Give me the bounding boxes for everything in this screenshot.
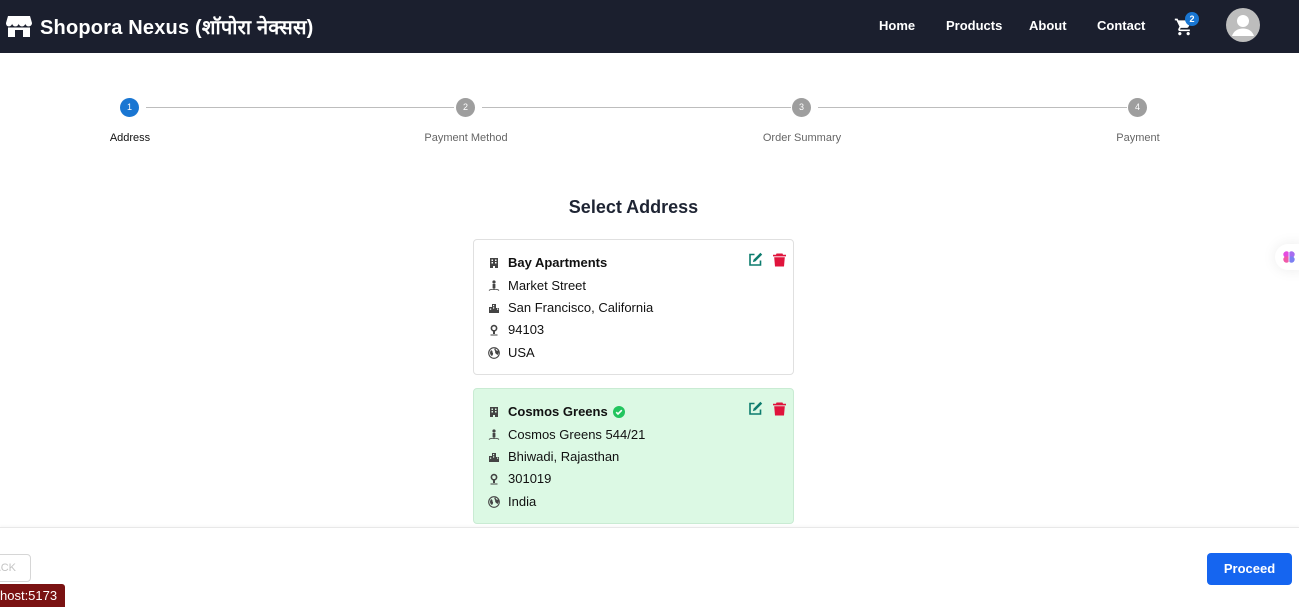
step-1-label: Address [109, 132, 151, 144]
step-4-label: Payment [1116, 132, 1160, 144]
cart-count-badge: 2 [1185, 12, 1199, 26]
person-pin-icon [488, 279, 500, 291]
nav-contact-link[interactable]: Contact [1097, 18, 1145, 33]
address-card-selected[interactable]: Cosmos Greens Cosmos Greens 544/21 Bhiwa… [473, 388, 794, 524]
ai-assistant-button[interactable] [1275, 244, 1299, 270]
address-city-state: San Francisco, California [508, 300, 654, 315]
building-icon [490, 257, 498, 268]
address-country: USA [508, 345, 535, 360]
step-2-circle: 2 [456, 98, 475, 117]
check-circle-icon [612, 405, 625, 418]
brain-icon [1283, 251, 1295, 263]
stepper-connector [146, 107, 454, 108]
brand-name: Shopora Nexus (शॉपोरा नेक्सस) [40, 16, 314, 39]
account-icon [1232, 15, 1254, 36]
navbar: Shopora Nexus (शॉपोरा नेक्सस) Home Produ… [0, 0, 1299, 53]
address-street: Cosmos Greens 544/21 [508, 427, 646, 442]
step-2-label: Payment Method [424, 132, 508, 144]
store-icon [6, 16, 32, 37]
stepper-connector [482, 107, 791, 108]
address-card[interactable]: Bay Apartments Market Street San Francis… [473, 239, 794, 375]
edit-icon[interactable] [748, 252, 763, 267]
user-avatar[interactable] [1226, 8, 1260, 42]
building-icon [490, 406, 498, 417]
location-pin-icon [490, 473, 498, 484]
page-title: Select Address [568, 197, 699, 217]
globe-icon [488, 346, 500, 359]
trash-icon[interactable] [772, 401, 787, 416]
cart-button[interactable]: 2 [1172, 12, 1200, 40]
address-zip: 301019 [508, 471, 552, 486]
address-street: Market Street [508, 278, 587, 293]
edit-icon[interactable] [748, 401, 763, 416]
step-3-label: Order Summary [762, 132, 842, 144]
address-city-state: Bhiwadi, Rajasthan [508, 449, 620, 464]
person-pin-icon [488, 428, 500, 440]
dev-host-badge: host:5173 [0, 584, 66, 607]
proceed-button[interactable]: Proceed [1207, 553, 1292, 585]
address-name: Cosmos Greens [508, 404, 608, 419]
step-3-circle: 3 [792, 98, 811, 117]
stepper-connector [818, 107, 1127, 108]
globe-icon [488, 495, 500, 508]
address-name: Bay Apartments [508, 255, 608, 270]
city-icon [489, 452, 499, 462]
step-4-circle: 4 [1128, 98, 1147, 117]
trash-icon[interactable] [772, 252, 787, 267]
nav-products-link[interactable]: Products [946, 18, 1002, 33]
back-button[interactable]: ACK [0, 554, 31, 582]
nav-about-link[interactable]: About [1029, 18, 1067, 33]
brand[interactable]: Shopora Nexus (शॉपोरा नेक्सस) [6, 12, 314, 40]
checkout-footer [0, 527, 1299, 607]
location-pin-icon [490, 324, 498, 335]
step-1-circle: 1 [120, 98, 139, 117]
city-icon [489, 303, 499, 313]
address-country: India [508, 494, 537, 509]
address-zip: 94103 [508, 322, 545, 337]
nav-home-link[interactable]: Home [879, 18, 915, 33]
